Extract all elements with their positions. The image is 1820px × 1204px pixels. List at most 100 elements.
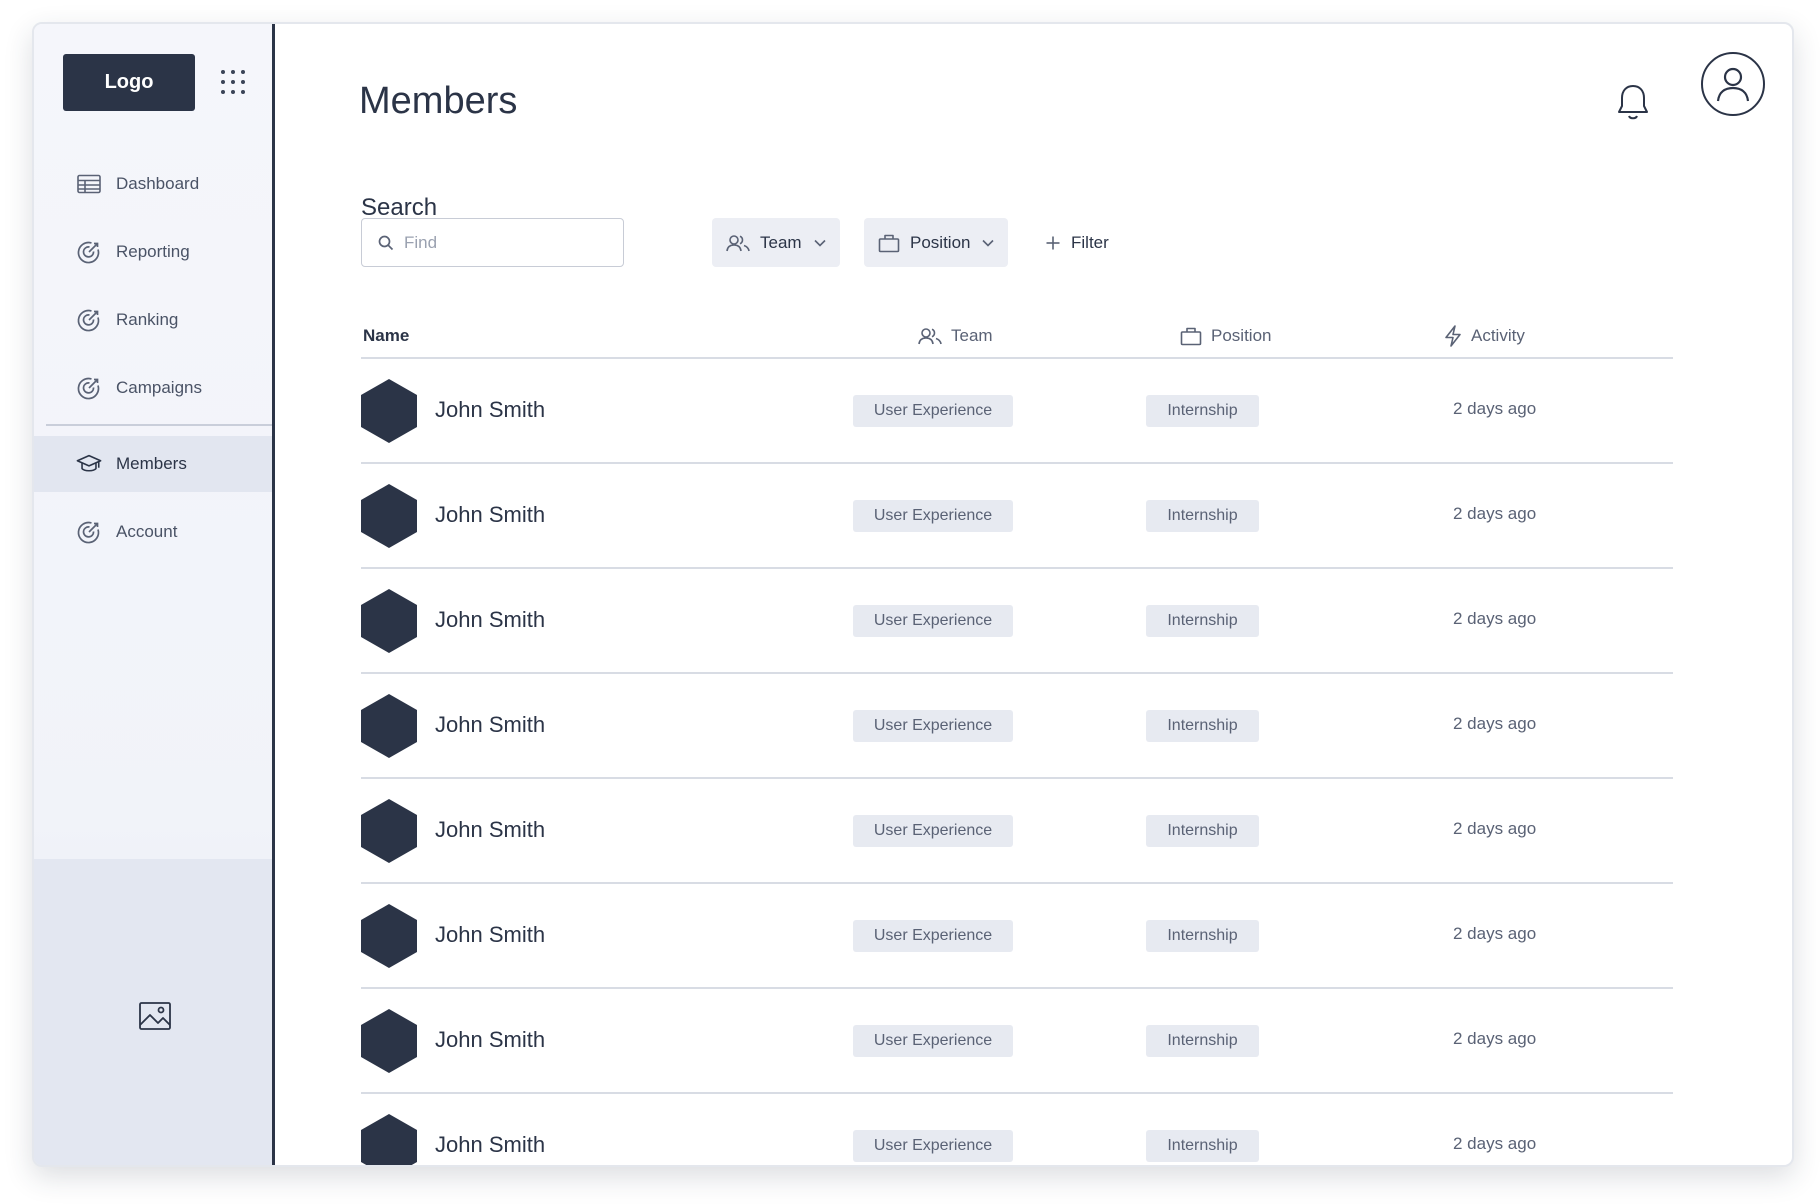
position-tag: Internship: [1146, 1025, 1259, 1057]
avatar: [361, 799, 417, 863]
column-header-label: Team: [951, 326, 993, 345]
activity-text: 2 days ago: [1453, 399, 1537, 418]
column-header-label: Activity: [1471, 326, 1525, 345]
table-row[interactable]: John Smith User Experience Internship 2 …: [361, 672, 1673, 777]
page-title: Members: [359, 80, 518, 122]
member-name: John Smith: [435, 817, 546, 842]
position-tag: Internship: [1146, 710, 1259, 742]
users-icon: [918, 327, 942, 345]
target-icon: [76, 519, 102, 545]
team-filter-label: Team: [760, 232, 802, 252]
table-row[interactable]: John Smith User Experience Internship 2 …: [361, 777, 1673, 882]
activity-text: 2 days ago: [1453, 504, 1537, 523]
table-row[interactable]: John Smith User Experience Internship 2 …: [361, 462, 1673, 567]
team-tag: User Experience: [853, 815, 1013, 847]
member-name: John Smith: [435, 712, 546, 737]
sidebar-item-account[interactable]: Account: [34, 504, 272, 560]
sidebar: Logo Dashboard Reporting Ranking Campaig…: [34, 24, 275, 1165]
avatar: [361, 589, 417, 653]
sidebar-item-label: Members: [116, 454, 187, 473]
graduation-cap-icon: [76, 451, 102, 477]
team-tag: User Experience: [853, 920, 1013, 952]
avatar: [361, 904, 417, 968]
column-header-label: Name: [363, 326, 410, 345]
search-input[interactable]: [404, 232, 604, 253]
activity-text: 2 days ago: [1453, 1029, 1537, 1048]
member-name: John Smith: [435, 397, 546, 422]
plus-icon: [1045, 235, 1061, 251]
apps-grid-icon[interactable]: [218, 67, 248, 97]
team-tag: User Experience: [853, 1025, 1013, 1057]
position-tag: Internship: [1146, 920, 1259, 952]
member-name: John Smith: [435, 607, 546, 632]
app-window: Logo Dashboard Reporting Ranking Campaig…: [32, 22, 1794, 1167]
user-icon: [1715, 65, 1751, 103]
member-name: John Smith: [435, 1132, 546, 1157]
table-row[interactable]: John Smith User Experience Internship 2 …: [361, 987, 1673, 1092]
position-tag: Internship: [1146, 395, 1259, 427]
logo[interactable]: Logo: [63, 54, 195, 111]
users-icon: [726, 234, 750, 252]
sidebar-item-reporting[interactable]: Reporting: [34, 224, 272, 280]
position-tag: Internship: [1146, 500, 1259, 532]
avatar: [361, 1114, 417, 1165]
table-row[interactable]: John Smith User Experience Internship 2 …: [361, 567, 1673, 672]
column-header-position[interactable]: Position: [1180, 318, 1271, 354]
notification-bell-icon[interactable]: [1615, 82, 1653, 122]
team-tag: User Experience: [853, 395, 1013, 427]
lightning-icon: [1444, 325, 1462, 347]
add-filter-label: Filter: [1071, 232, 1109, 252]
team-filter-dropdown[interactable]: Team: [712, 218, 840, 267]
activity-text: 2 days ago: [1453, 924, 1537, 943]
sidebar-item-ranking[interactable]: Ranking: [34, 292, 272, 348]
image-icon: [138, 1001, 172, 1031]
column-header-team[interactable]: Team: [918, 318, 993, 354]
chevron-down-icon: [982, 239, 995, 247]
sidebar-item-campaigns[interactable]: Campaigns: [34, 360, 272, 416]
search-field[interactable]: [361, 218, 624, 267]
avatar: [361, 1009, 417, 1073]
member-name: John Smith: [435, 502, 546, 527]
position-tag: Internship: [1146, 605, 1259, 637]
sidebar-item-dashboard[interactable]: Dashboard: [34, 156, 272, 212]
column-header-label: Position: [1211, 326, 1272, 345]
sidebar-item-label: Dashboard: [116, 174, 200, 193]
team-tag: User Experience: [853, 1130, 1013, 1162]
position-tag: Internship: [1146, 1130, 1259, 1162]
add-filter-button[interactable]: Filter: [1045, 218, 1109, 267]
table-row[interactable]: John Smith User Experience Internship 2 …: [361, 357, 1673, 462]
activity-text: 2 days ago: [1453, 819, 1537, 838]
user-avatar[interactable]: [1701, 52, 1765, 116]
sidebar-item-label: Ranking: [116, 310, 179, 329]
search-icon: [378, 235, 394, 251]
table-row[interactable]: John Smith User Experience Internship 2 …: [361, 1092, 1673, 1165]
member-name: John Smith: [435, 922, 546, 947]
sidebar-divider: [46, 424, 272, 426]
column-header-name[interactable]: Name: [363, 318, 409, 354]
position-tag: Internship: [1146, 815, 1259, 847]
sidebar-item-label: Account: [116, 522, 178, 541]
target-icon: [76, 307, 102, 333]
activity-text: 2 days ago: [1453, 1134, 1537, 1153]
position-filter-label: Position: [910, 232, 971, 252]
briefcase-icon: [878, 233, 900, 253]
team-tag: User Experience: [853, 710, 1013, 742]
members-table: John Smith User Experience Internship 2 …: [361, 357, 1673, 1165]
sidebar-item-members[interactable]: Members: [34, 436, 272, 492]
chevron-down-icon: [814, 239, 826, 247]
sidebar-item-label: Reporting: [116, 242, 190, 261]
sidebar-item-label: Campaigns: [116, 378, 202, 397]
team-tag: User Experience: [853, 500, 1013, 532]
avatar: [361, 379, 417, 443]
avatar: [361, 694, 417, 758]
table-icon: [76, 171, 102, 197]
activity-text: 2 days ago: [1453, 714, 1537, 733]
member-name: John Smith: [435, 1027, 546, 1052]
target-icon: [76, 375, 102, 401]
briefcase-icon: [1180, 326, 1202, 346]
table-row[interactable]: John Smith User Experience Internship 2 …: [361, 882, 1673, 987]
column-header-activity[interactable]: Activity: [1444, 318, 1525, 354]
avatar: [361, 484, 417, 548]
position-filter-dropdown[interactable]: Position: [864, 218, 1009, 267]
target-icon: [76, 239, 102, 265]
